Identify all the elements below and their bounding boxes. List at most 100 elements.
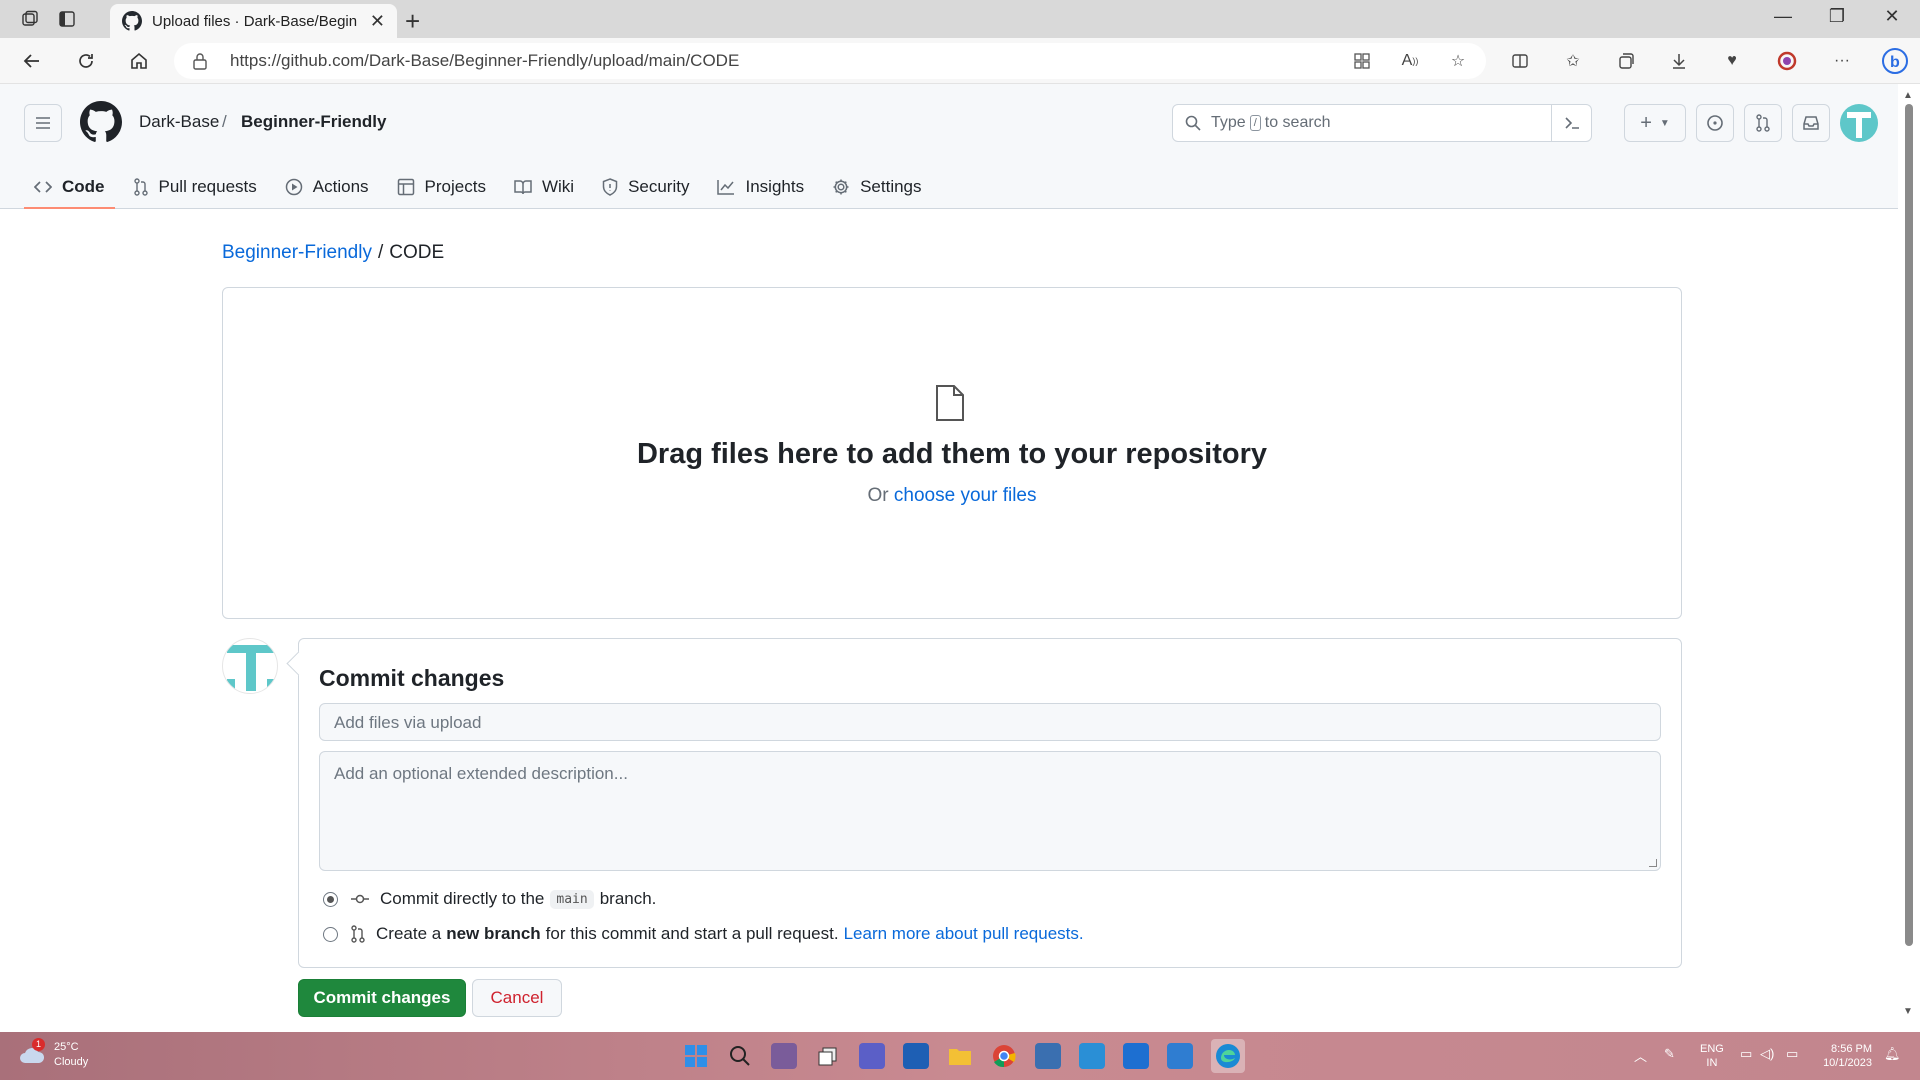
github-header: Dark-Base / Beginner-Friendly Type / to … bbox=[0, 84, 1898, 209]
chrome-app-icon[interactable] bbox=[991, 1043, 1017, 1069]
code-icon bbox=[34, 180, 52, 193]
scroll-down-icon[interactable]: ▼ bbox=[1903, 1006, 1913, 1017]
read-aloud-icon[interactable]: A)) bbox=[1398, 49, 1422, 73]
learn-more-pull-requests-link[interactable]: Learn more about pull requests. bbox=[844, 924, 1084, 944]
search-shortcut-key: / bbox=[1249, 115, 1261, 131]
page-scrollbar[interactable]: ▲ ▼ bbox=[1898, 84, 1920, 1032]
notification-bell-icon[interactable]: 🔔︎ bbox=[1884, 1046, 1901, 1062]
restore-icon[interactable]: ❐ bbox=[1822, 6, 1852, 27]
start-icon[interactable] bbox=[683, 1043, 709, 1069]
pull-request-icon bbox=[1756, 114, 1770, 132]
tab-actions-icon[interactable] bbox=[55, 7, 79, 31]
choose-files-link[interactable]: choose your files bbox=[894, 485, 1037, 506]
favorite-star-icon[interactable]: ☆ bbox=[1446, 49, 1470, 73]
volume-icon[interactable]: ◁) bbox=[1760, 1046, 1774, 1062]
tab-pull-requests[interactable]: Pull requests bbox=[123, 164, 267, 209]
new-tab-icon[interactable]: + bbox=[405, 6, 420, 37]
inbox-button[interactable] bbox=[1792, 104, 1830, 142]
github-logo-icon[interactable] bbox=[80, 101, 122, 143]
back-icon[interactable] bbox=[20, 49, 44, 73]
close-window-icon[interactable]: ✕ bbox=[1877, 6, 1907, 27]
new-branch-option[interactable]: Create a new branch for this commit and … bbox=[323, 924, 1084, 944]
breadcrumb-separator: / bbox=[222, 112, 227, 131]
tab-title: Upload files · Dark-Base/Beginne bbox=[152, 12, 357, 30]
commit-changes-button[interactable]: Commit changes bbox=[298, 979, 466, 1017]
tab-projects-label: Projects bbox=[424, 176, 486, 196]
upload-path-breadcrumb: Beginner-Friendly / CODE bbox=[222, 242, 444, 264]
taskbar-search-icon[interactable] bbox=[727, 1043, 753, 1069]
app-available-icon[interactable] bbox=[1350, 49, 1374, 73]
browser-tab[interactable]: Upload files · Dark-Base/Beginne ✕ bbox=[110, 4, 397, 38]
path-separator: / bbox=[377, 242, 384, 263]
browser-essentials-icon[interactable]: ♥ bbox=[1720, 49, 1744, 73]
split-screen-icon[interactable] bbox=[1508, 49, 1532, 73]
commit-description-textarea[interactable]: Add an optional extended description... bbox=[319, 751, 1661, 871]
network-icon[interactable]: ▭ bbox=[1740, 1046, 1752, 1062]
weather-badge: 1 bbox=[32, 1038, 45, 1051]
tab-settings[interactable]: Settings bbox=[822, 164, 931, 209]
calculator-app-icon[interactable] bbox=[1035, 1043, 1061, 1069]
bing-copilot-icon[interactable]: b bbox=[1880, 48, 1910, 74]
owner-link[interactable]: Dark-Base bbox=[139, 112, 219, 132]
app-icon[interactable] bbox=[1079, 1043, 1105, 1069]
system-clock[interactable]: 8:56 PM 10/1/2023 bbox=[1816, 1042, 1872, 1070]
create-new-button[interactable]: + ▼ bbox=[1624, 104, 1686, 142]
battery-icon[interactable]: ▭ bbox=[1786, 1046, 1798, 1062]
clock-app-icon[interactable] bbox=[1123, 1043, 1149, 1069]
new-branch-radio[interactable] bbox=[323, 926, 338, 942]
pen-icon[interactable]: ✎ bbox=[1664, 1046, 1675, 1062]
refresh-icon[interactable] bbox=[74, 49, 98, 73]
extension-icon[interactable] bbox=[1775, 49, 1799, 73]
windows-taskbar: 25°C Cloudy 1 ︿ ✎ ENG IN ▭ ◁) ▭ 8:56 PM … bbox=[0, 1032, 1920, 1080]
pull-requests-button[interactable] bbox=[1744, 104, 1782, 142]
widgets-app-icon[interactable] bbox=[771, 1043, 797, 1069]
graph-icon bbox=[717, 179, 735, 195]
language-indicator[interactable]: ENG IN bbox=[1700, 1042, 1724, 1070]
tab-actions[interactable]: Actions bbox=[275, 164, 379, 209]
issues-button[interactable] bbox=[1696, 104, 1734, 142]
repo-link[interactable]: Beginner-Friendly bbox=[241, 112, 386, 132]
tab-projects[interactable]: Projects bbox=[387, 164, 496, 209]
commit-summary-input[interactable]: Add files via upload bbox=[319, 703, 1661, 741]
downloads-icon[interactable] bbox=[1667, 49, 1691, 73]
address-bar[interactable]: https://github.com/Dark-Base/Beginner-Fr… bbox=[174, 43, 1486, 79]
store-app-icon[interactable] bbox=[903, 1043, 929, 1069]
tab-wiki[interactable]: Wiki bbox=[504, 164, 584, 209]
scrollbar-thumb[interactable] bbox=[1905, 104, 1913, 946]
notepad-app-icon[interactable] bbox=[1167, 1043, 1193, 1069]
table-icon bbox=[397, 178, 414, 195]
home-icon[interactable] bbox=[127, 49, 151, 73]
lock-icon[interactable] bbox=[192, 52, 210, 70]
weather-widget[interactable]: 25°C Cloudy bbox=[18, 1040, 88, 1070]
tab-security[interactable]: Security bbox=[592, 164, 699, 209]
file-explorer-icon[interactable] bbox=[947, 1043, 973, 1069]
show-hidden-icons-icon[interactable]: ︿ bbox=[1634, 1046, 1647, 1065]
favorites-icon[interactable]: ✩ bbox=[1561, 49, 1585, 73]
scroll-up-icon[interactable]: ▲ bbox=[1903, 90, 1913, 101]
path-repo-link[interactable]: Beginner-Friendly bbox=[222, 242, 372, 263]
commit-direct-option[interactable]: Commit directly to the main branch. bbox=[323, 889, 656, 909]
resize-handle-icon[interactable] bbox=[1649, 859, 1657, 867]
url-text[interactable]: https://github.com/Dark-Base/Beginner-Fr… bbox=[230, 51, 739, 71]
workspaces-icon[interactable] bbox=[18, 7, 42, 31]
weather-desc: Cloudy bbox=[54, 1056, 89, 1068]
user-avatar[interactable] bbox=[1840, 104, 1878, 142]
tab-code[interactable]: Code bbox=[24, 164, 115, 209]
task-view-icon[interactable] bbox=[815, 1043, 841, 1069]
command-palette-icon[interactable] bbox=[1551, 105, 1591, 141]
tab-close-icon[interactable]: ✕ bbox=[370, 11, 385, 32]
tab-insights[interactable]: Insights bbox=[707, 164, 814, 209]
collections-icon[interactable] bbox=[1614, 49, 1638, 73]
menu-button[interactable] bbox=[24, 104, 62, 142]
minimize-icon[interactable]: — bbox=[1768, 6, 1798, 27]
more-options-icon[interactable]: ··· bbox=[1830, 49, 1854, 73]
commit-direct-radio[interactable] bbox=[323, 891, 338, 907]
plus-icon: + bbox=[1640, 111, 1652, 134]
cancel-button[interactable]: Cancel bbox=[472, 979, 562, 1017]
search-input[interactable]: Type / to search bbox=[1172, 104, 1592, 142]
edge-app-icon[interactable] bbox=[1211, 1039, 1245, 1073]
file-icon bbox=[934, 384, 966, 422]
teams-app-icon[interactable] bbox=[859, 1043, 885, 1069]
clock-date: 10/1/2023 bbox=[1823, 1057, 1872, 1069]
hamburger-icon bbox=[36, 117, 50, 129]
